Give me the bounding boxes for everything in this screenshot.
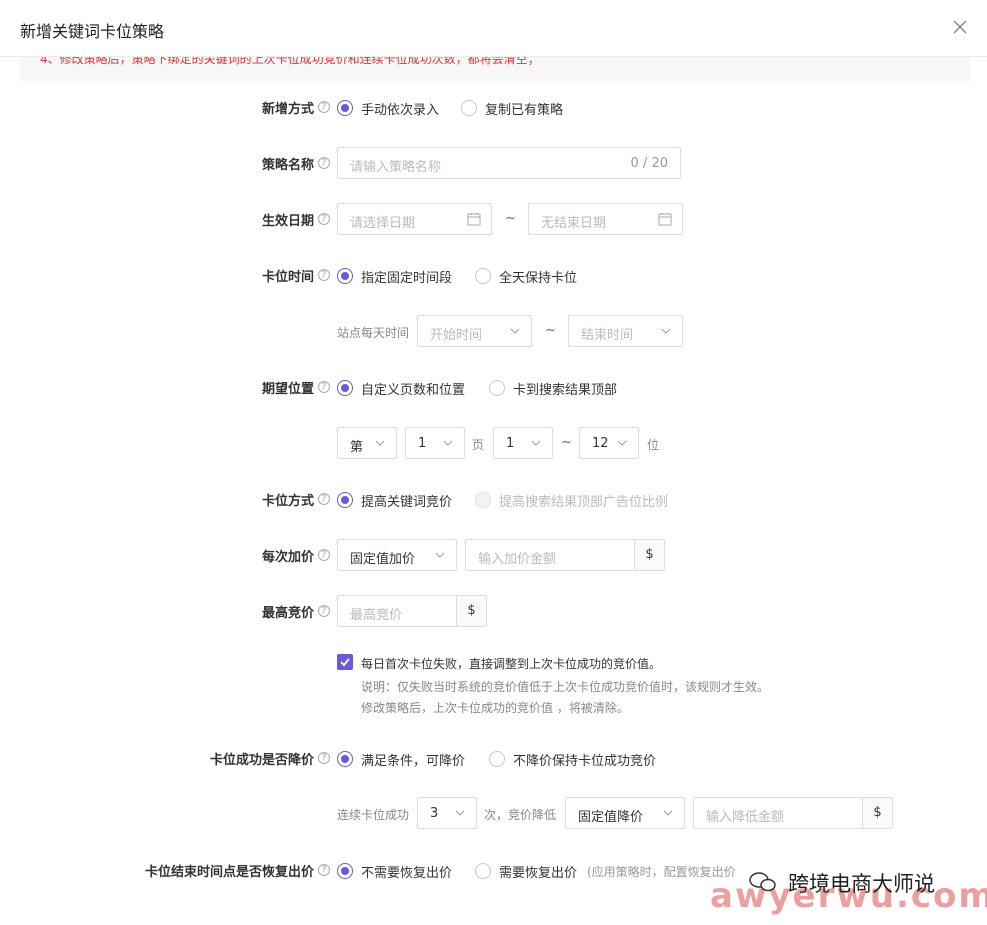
method-raise-bid-radio[interactable]: 提高关键词竞价 — [337, 490, 452, 510]
chevron-down-icon — [617, 440, 627, 446]
desired-position-label: 期望位置 ? — [0, 378, 330, 398]
position-from-select[interactable]: 1 — [493, 427, 553, 459]
notice-bar: 4、修改策略后，策略下绑定的关键词的上次卡位成功竞价和连续卡位成功次数，都将会清… — [20, 57, 971, 81]
add-mode-label: 新增方式 ? — [0, 98, 330, 118]
help-icon[interactable]: ? — [318, 605, 330, 617]
close-icon[interactable] — [947, 14, 973, 40]
notice-text: 4、修改策略后，策略下绑定的关键词的上次卡位成功竞价和连续卡位成功次数，都将会清… — [40, 57, 540, 66]
page-select[interactable]: 1 — [405, 427, 465, 459]
slot-time-fixed-radio[interactable]: 指定固定时间段 — [337, 266, 452, 286]
slot-method-label: 卡位方式 ? — [0, 490, 330, 510]
price-drop-label: 卡位成功是否降价 ? — [0, 749, 330, 769]
dialog-header: 新增关键词卡位策略 — [0, 0, 987, 57]
increment-amount-input[interactable]: 输入加价金额 $ — [465, 539, 665, 571]
chevron-down-icon — [435, 552, 445, 558]
start-time-select[interactable]: 开始时间 — [417, 315, 532, 347]
restore-yes-radio[interactable]: 需要恢复出价 — [475, 861, 577, 881]
max-bid-label: 最高竞价 ? — [0, 602, 330, 622]
calendar-icon — [658, 213, 672, 226]
increment-mode-select[interactable]: 固定值加价 — [337, 539, 457, 571]
help-icon[interactable]: ? — [318, 157, 330, 169]
strategy-name-input[interactable]: 请输入策略名称 0 / 20 — [337, 147, 681, 179]
char-counter: 0 / 20 — [630, 156, 668, 171]
chevron-down-icon — [663, 810, 673, 816]
max-bid-input[interactable]: 最高竞价 $ — [337, 595, 487, 627]
time-separator: ~ — [545, 323, 556, 338]
ordinal-select[interactable]: 第 — [337, 427, 397, 459]
add-mode-copy-radio[interactable]: 复制已有策略 — [461, 98, 563, 118]
fallback-note-2: 修改策略后，上次卡位成功的竞价值 ，将被清除。 — [361, 701, 629, 715]
fallback-note-1: 说明：仅失败当时系统的竞价值低于上次卡位成功竞价值时，该规则才生效。 — [361, 680, 770, 694]
help-icon[interactable]: ? — [318, 213, 330, 225]
help-icon[interactable]: ? — [318, 864, 330, 876]
chevron-down-icon — [455, 810, 465, 816]
help-icon[interactable]: ? — [318, 752, 330, 764]
chevron-down-icon — [510, 328, 520, 334]
position-custom-radio[interactable]: 自定义页数和位置 — [337, 378, 465, 398]
times-text: 次，竞价降低 — [484, 808, 557, 822]
position-unit: 位 — [647, 438, 660, 452]
add-mode-manual-radio[interactable]: 手动依次录入 — [337, 98, 439, 118]
help-icon[interactable]: ? — [318, 101, 330, 113]
help-icon[interactable]: ? — [318, 381, 330, 393]
effective-date-label: 生效日期 ? — [0, 210, 330, 230]
currency-suffix: $ — [456, 596, 486, 626]
drop-amount-input[interactable]: 输入降低金额 $ — [693, 797, 893, 829]
position-separator: ~ — [561, 435, 572, 450]
strategy-name-label: 策略名称 ? — [0, 154, 330, 174]
fallback-checkbox-label: 每日首次卡位失败，直接调整到上次卡位成功的竞价值。 — [361, 657, 662, 671]
drop-allowed-radio[interactable]: 满足条件，可降价 — [337, 749, 465, 769]
watermark-name: 跨境电商大师说 — [788, 872, 935, 896]
calendar-icon — [467, 213, 481, 226]
consecutive-label: 连续卡位成功 — [337, 808, 410, 822]
end-time-select[interactable]: 结束时间 — [568, 315, 683, 347]
page-unit: 页 — [472, 438, 485, 452]
slot-time-label: 卡位时间 ? — [0, 266, 330, 286]
site-time-label: 站点每天时间 — [337, 326, 410, 340]
chevron-down-icon — [531, 440, 541, 446]
help-icon[interactable]: ? — [318, 549, 330, 561]
drop-mode-select[interactable]: 固定值降价 — [565, 797, 685, 829]
currency-suffix: $ — [634, 540, 664, 570]
dialog-title: 新增关键词卡位策略 — [20, 22, 165, 41]
wechat-icon — [749, 872, 776, 892]
position-top-radio[interactable]: 卡到搜索结果顶部 — [489, 378, 617, 398]
restore-price-label: 卡位结束时间点是否恢复出价 ? — [0, 861, 330, 881]
help-icon[interactable]: ? — [318, 493, 330, 505]
chevron-down-icon — [375, 440, 385, 446]
method-top-ratio-radio: 提高搜索结果顶部广告位比例 — [475, 490, 668, 510]
fallback-checkbox[interactable] — [337, 654, 353, 670]
date-separator: ~ — [505, 211, 516, 226]
chevron-down-icon — [661, 328, 671, 334]
slot-time-allday-radio[interactable]: 全天保持卡位 — [475, 266, 577, 286]
consecutive-count-select[interactable]: 3 — [417, 797, 477, 829]
help-icon[interactable]: ? — [318, 269, 330, 281]
bid-increment-label: 每次加价 ? — [0, 546, 330, 566]
restore-no-radio[interactable]: 不需要恢复出价 — [337, 861, 452, 881]
currency-suffix: $ — [862, 798, 892, 828]
start-date-picker[interactable]: 请选择日期 — [337, 203, 492, 235]
end-date-picker[interactable]: 无结束日期 — [528, 203, 683, 235]
drop-keep-radio[interactable]: 不降价保持卡位成功竞价 — [489, 749, 656, 769]
chevron-down-icon — [443, 440, 453, 446]
watermark: awyerwu.com 跨境电商大师说 — [708, 868, 987, 918]
position-to-select[interactable]: 12 — [579, 427, 639, 459]
